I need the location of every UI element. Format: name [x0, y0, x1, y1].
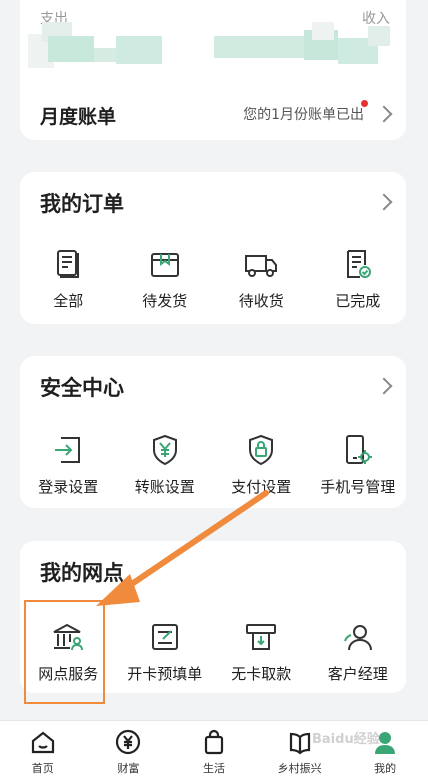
tab-life[interactable]: 生活: [171, 721, 257, 780]
tab-home-label: 首页: [31, 762, 54, 775]
annotation-arrow: [96, 490, 269, 606]
tab-wealth-label: 财富: [117, 762, 140, 775]
yuan-circle-icon: [114, 728, 142, 756]
tab-mine-label: 我的: [374, 762, 397, 775]
tab-rural-label: 乡村振兴: [277, 762, 322, 775]
tab-life-label: 生活: [202, 762, 225, 775]
home-icon: [29, 728, 57, 756]
tab-wealth[interactable]: 财富: [86, 721, 172, 780]
tab-home[interactable]: 首页: [0, 721, 86, 780]
book-icon: [286, 728, 314, 756]
watermark-text: Baidu经验: [312, 732, 380, 747]
shopping-bag-icon: [200, 728, 228, 756]
